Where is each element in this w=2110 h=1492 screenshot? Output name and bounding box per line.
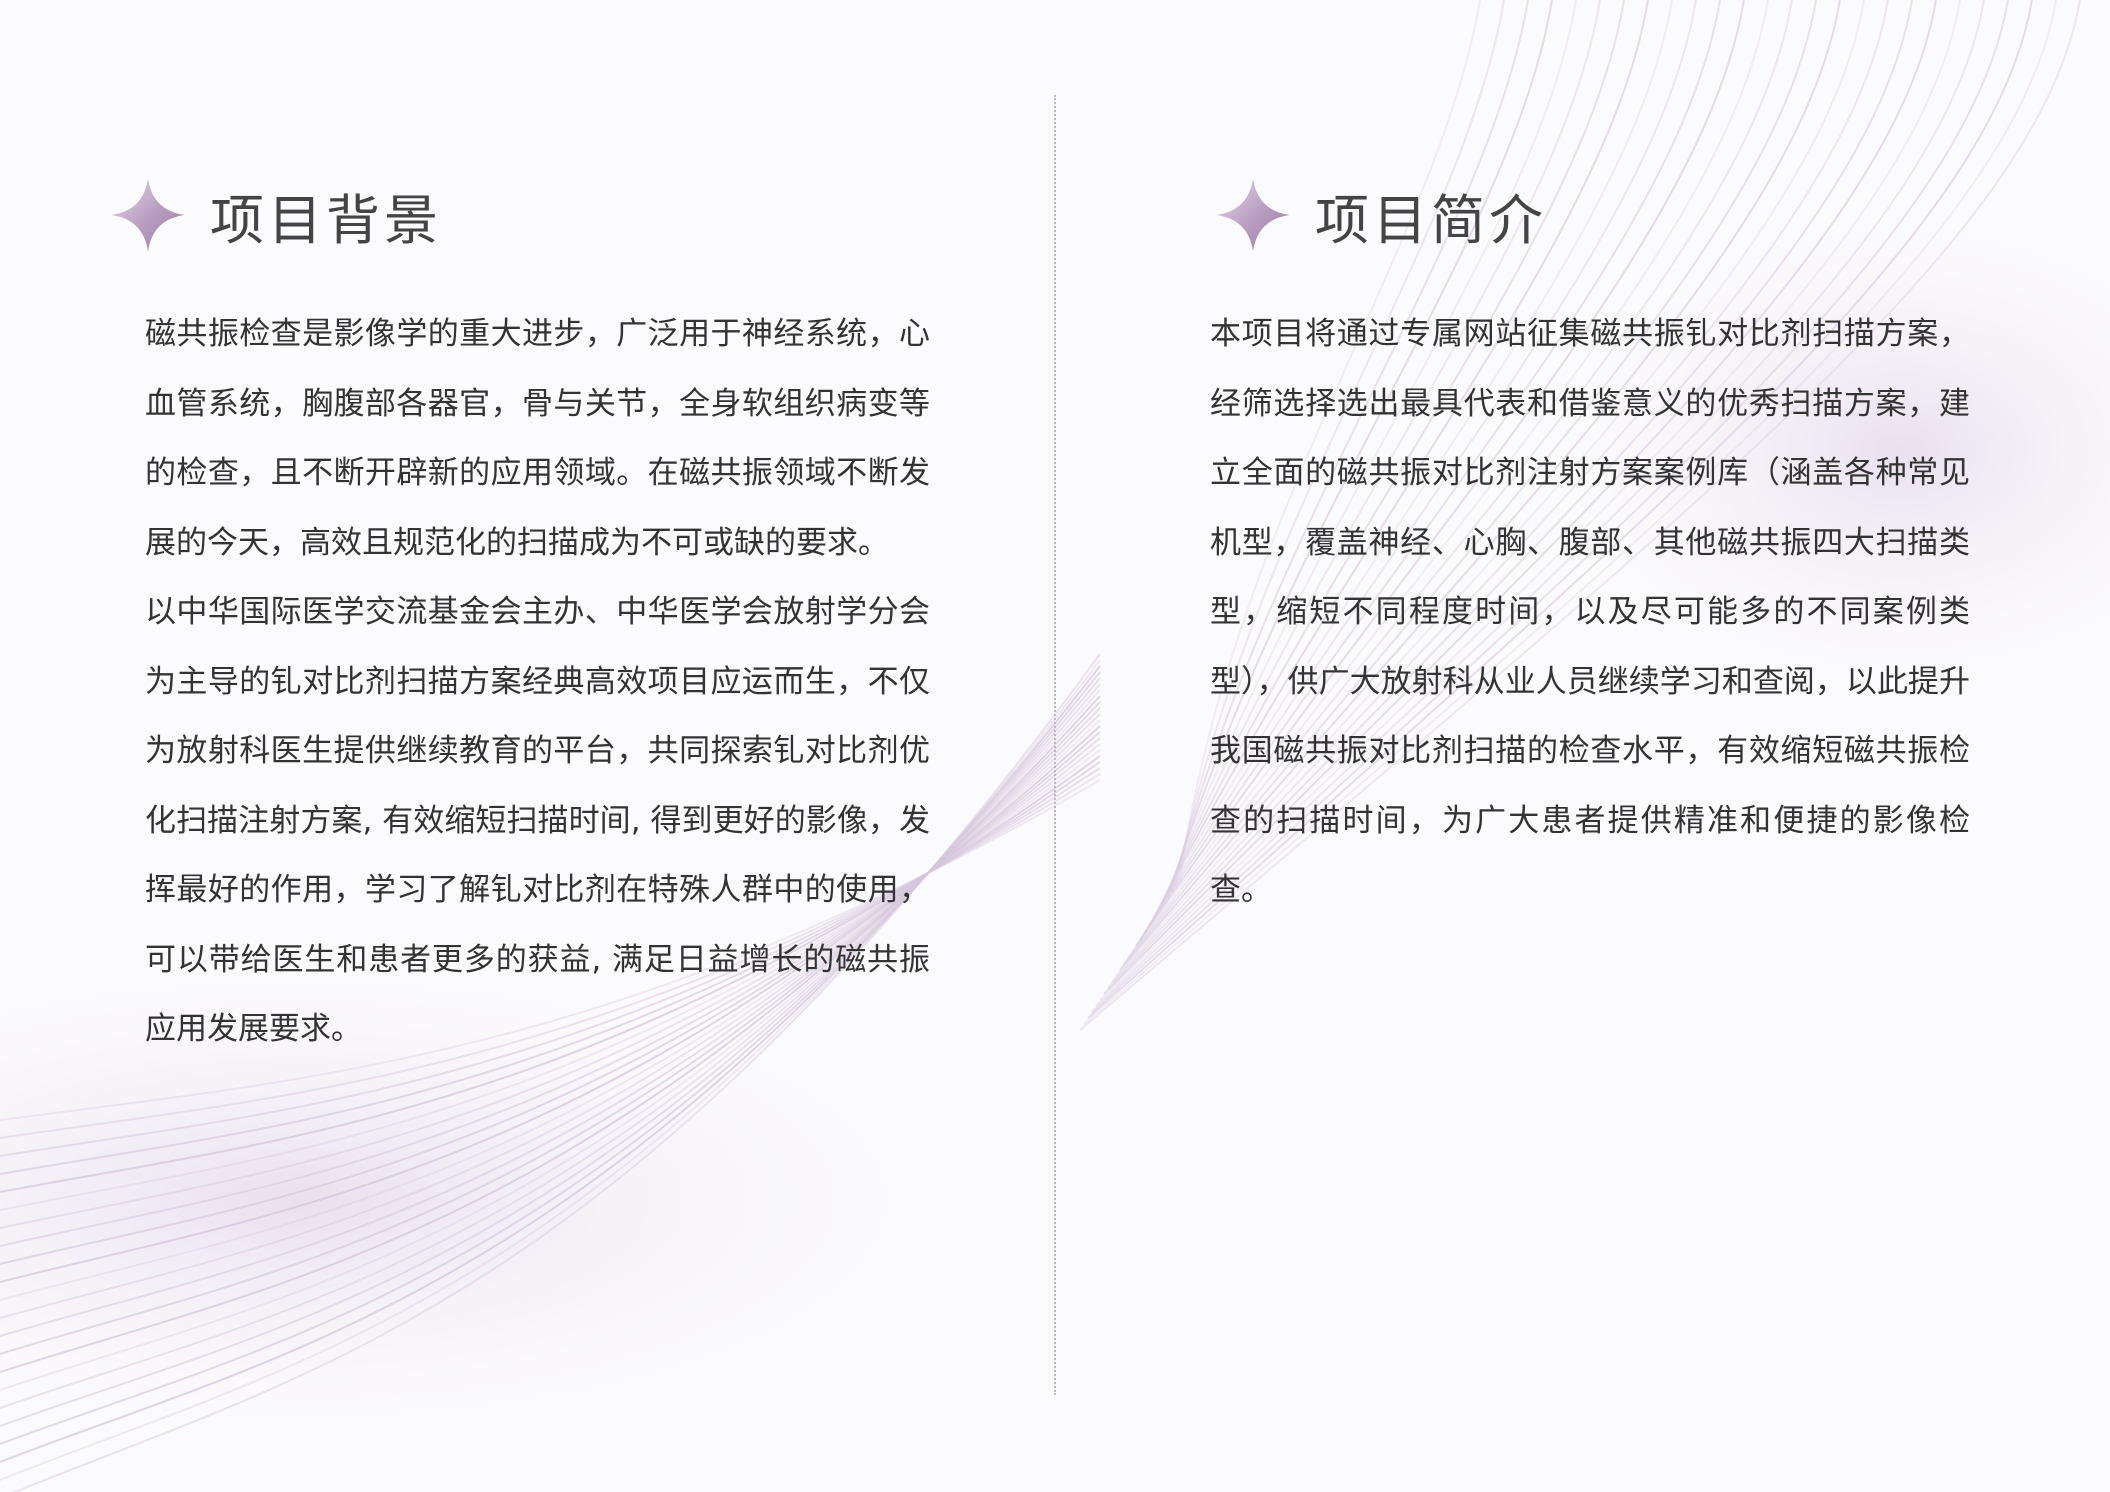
paragraph: 磁共振检查是影像学的重大进步，广泛用于神经系统，心血管系统，胸腹部各器官，骨与关… (145, 316, 930, 561)
paragraph: 以中华国际医学交流基金会主办、中华医学会放射学分会为主导的钆对比剂扫描方案经典高… (145, 594, 930, 1047)
center-divider (1054, 95, 1056, 1395)
section-title: 项目背景 (210, 188, 442, 252)
section-body: 本项目将通过专属网站征集磁共振钆对比剂扫描方案，经筛选择选出最具代表和借鉴意义的… (1210, 300, 1970, 926)
four-point-star-icon (1216, 178, 1290, 252)
project-background-section: 项目背景 磁共振检查是影像学的重大进步，广泛用于神经系统，心血管系统，胸腹部各器… (110, 170, 940, 1065)
project-introduction-section: 项目简介 本项目将通过专属网站征集磁共振钆对比剂扫描方案，经筛选择选出最具代表和… (1210, 170, 2005, 926)
paragraph: 本项目将通过专属网站征集磁共振钆对比剂扫描方案，经筛选择选出最具代表和借鉴意义的… (1210, 316, 1970, 908)
section-body: 磁共振检查是影像学的重大进步，广泛用于神经系统，心血管系统，胸腹部各器官，骨与关… (145, 300, 930, 1065)
project-background-heading: 项目背景 (110, 170, 940, 260)
four-point-star-icon (111, 178, 185, 252)
project-introduction-heading: 项目简介 (1215, 170, 2005, 260)
section-title: 项目简介 (1315, 188, 1547, 252)
